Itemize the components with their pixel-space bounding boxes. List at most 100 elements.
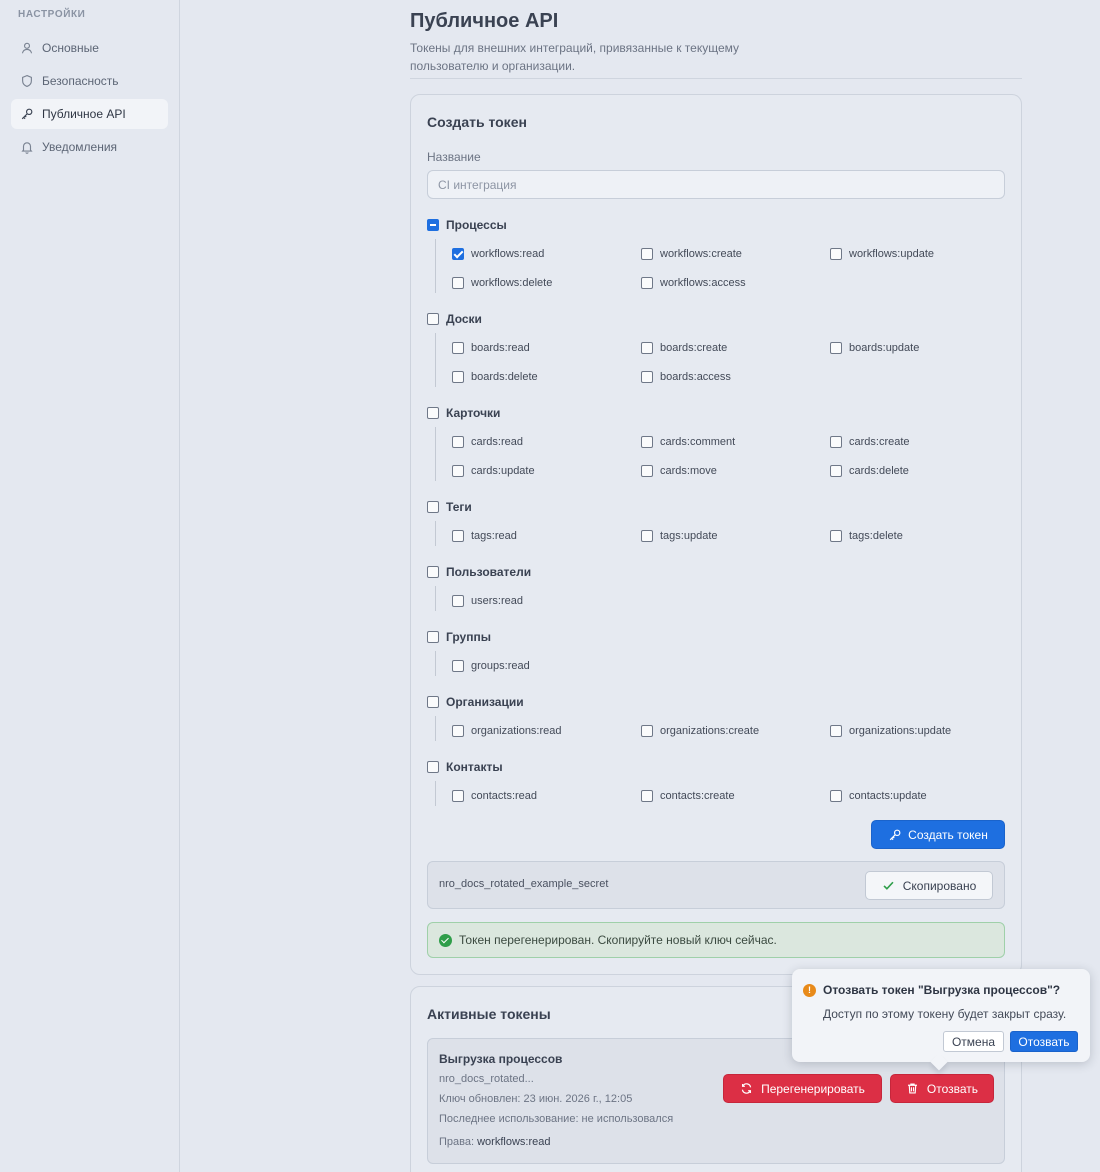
permission-item[interactable]: cards:read bbox=[452, 436, 523, 448]
permission-checkbox[interactable] bbox=[641, 371, 653, 383]
permission-item[interactable]: boards:update bbox=[830, 342, 919, 354]
group-indent-line bbox=[435, 333, 436, 387]
permission-item[interactable]: groups:read bbox=[452, 660, 530, 672]
permission-group-header[interactable]: Доски bbox=[427, 312, 482, 326]
permission-item[interactable]: cards:delete bbox=[830, 465, 909, 477]
permission-checkbox[interactable] bbox=[452, 790, 464, 802]
page-subtitle: Токены для внешних интеграций, привязанн… bbox=[410, 41, 740, 73]
copy-button[interactable]: Скопировано bbox=[865, 871, 993, 900]
active-tokens-title: Активные токены bbox=[427, 1006, 551, 1022]
permission-checkbox[interactable] bbox=[830, 436, 842, 448]
permission-checkbox[interactable] bbox=[830, 725, 842, 737]
permission-checkbox[interactable] bbox=[830, 790, 842, 802]
permission-item[interactable]: boards:create bbox=[641, 342, 727, 354]
permission-checkbox[interactable] bbox=[641, 436, 653, 448]
permission-item[interactable]: contacts:create bbox=[641, 790, 735, 802]
permission-item[interactable]: organizations:create bbox=[641, 725, 759, 737]
popconfirm-cancel-button[interactable]: Отмена bbox=[943, 1031, 1004, 1052]
check-icon bbox=[883, 881, 894, 890]
group-indent-line bbox=[435, 586, 436, 611]
sidebar-item-label: Безопасность bbox=[42, 74, 119, 88]
permission-checkbox[interactable] bbox=[452, 277, 464, 289]
permission-checkbox[interactable] bbox=[452, 595, 464, 607]
permission-checkbox[interactable] bbox=[452, 371, 464, 383]
sidebar-item-general[interactable]: Основные bbox=[11, 33, 168, 63]
permission-checkbox[interactable] bbox=[641, 790, 653, 802]
permission-label: workflows:delete bbox=[471, 277, 553, 289]
permission-checkbox[interactable] bbox=[830, 465, 842, 477]
permission-checkbox[interactable] bbox=[452, 725, 464, 737]
permission-item[interactable]: cards:create bbox=[830, 436, 910, 448]
permission-item[interactable]: tags:read bbox=[452, 530, 517, 542]
group-checkbox[interactable] bbox=[427, 313, 439, 325]
permission-item[interactable]: cards:update bbox=[452, 465, 535, 477]
settings-sidebar: НАСТРОЙКИ Основные Безопасность Публично… bbox=[0, 0, 180, 1172]
sidebar-item-security[interactable]: Безопасность bbox=[11, 66, 168, 96]
permission-checkbox[interactable] bbox=[452, 530, 464, 542]
group-indent-line bbox=[435, 427, 436, 481]
permission-checkbox[interactable] bbox=[641, 277, 653, 289]
permission-item[interactable]: cards:comment bbox=[641, 436, 735, 448]
permission-checkbox[interactable] bbox=[452, 465, 464, 477]
permission-checkbox[interactable] bbox=[830, 530, 842, 542]
permission-checkbox[interactable] bbox=[452, 660, 464, 672]
permission-item[interactable]: organizations:read bbox=[452, 725, 562, 737]
permission-item[interactable]: cards:move bbox=[641, 465, 717, 477]
sidebar-item-notifications[interactable]: Уведомления bbox=[11, 132, 168, 162]
regenerate-button[interactable]: Перегенерировать bbox=[723, 1074, 882, 1103]
group-checkbox[interactable] bbox=[427, 501, 439, 513]
permission-group-header[interactable]: Пользователи bbox=[427, 565, 531, 579]
permission-item[interactable]: users:read bbox=[452, 595, 523, 607]
group-checkbox[interactable] bbox=[427, 219, 439, 231]
popconfirm-title: ! Отозвать токен "Выгрузка процессов"? bbox=[803, 983, 1060, 997]
group-checkbox[interactable] bbox=[427, 761, 439, 773]
permission-group-header[interactable]: Теги bbox=[427, 500, 472, 514]
permission-label: organizations:read bbox=[471, 725, 562, 737]
group-checkbox[interactable] bbox=[427, 631, 439, 643]
token-secret-value[interactable]: nro_docs_rotated_example_secret bbox=[439, 878, 608, 890]
permission-checkbox[interactable] bbox=[641, 725, 653, 737]
permission-item[interactable]: contacts:update bbox=[830, 790, 927, 802]
group-checkbox[interactable] bbox=[427, 407, 439, 419]
sidebar-item-label: Публичное API bbox=[42, 107, 126, 121]
permission-checkbox[interactable] bbox=[452, 342, 464, 354]
permission-item[interactable]: boards:read bbox=[452, 342, 530, 354]
permission-item[interactable]: boards:access bbox=[641, 371, 731, 383]
group-label: Контакты bbox=[446, 760, 503, 774]
create-token-button[interactable]: Создать токен bbox=[871, 820, 1005, 849]
permission-group-header[interactable]: Организации bbox=[427, 695, 524, 709]
permission-group-header[interactable]: Контакты bbox=[427, 760, 503, 774]
sidebar-item-public-api[interactable]: Публичное API bbox=[11, 99, 168, 129]
permission-item[interactable]: workflows:create bbox=[641, 248, 742, 260]
permission-item[interactable]: tags:update bbox=[641, 530, 718, 542]
permission-checkbox[interactable] bbox=[641, 342, 653, 354]
sidebar-item-label: Основные bbox=[42, 41, 99, 55]
permission-item[interactable]: contacts:read bbox=[452, 790, 537, 802]
revoke-button[interactable]: Отозвать bbox=[890, 1074, 994, 1103]
permission-item[interactable]: workflows:update bbox=[830, 248, 934, 260]
permission-group-header[interactable]: Карточки bbox=[427, 406, 500, 420]
permission-item[interactable]: workflows:access bbox=[641, 277, 746, 289]
permission-checkbox[interactable] bbox=[641, 248, 653, 260]
permission-item[interactable]: workflows:delete bbox=[452, 277, 552, 289]
group-checkbox[interactable] bbox=[427, 696, 439, 708]
key-icon bbox=[889, 829, 901, 840]
permission-checkbox[interactable] bbox=[452, 248, 464, 260]
popconfirm-confirm-button[interactable]: Отозвать bbox=[1010, 1031, 1078, 1052]
permission-group-header[interactable]: Группы bbox=[427, 630, 491, 644]
permission-item[interactable]: tags:delete bbox=[830, 530, 903, 542]
permission-group-header[interactable]: Процессы bbox=[427, 218, 507, 232]
permission-checkbox[interactable] bbox=[830, 248, 842, 260]
permission-checkbox[interactable] bbox=[452, 436, 464, 448]
group-checkbox[interactable] bbox=[427, 566, 439, 578]
sidebar-heading: НАСТРОЙКИ bbox=[18, 9, 86, 20]
bell-icon bbox=[21, 142, 33, 154]
permission-checkbox[interactable] bbox=[641, 465, 653, 477]
permission-item[interactable]: organizations:update bbox=[830, 725, 951, 737]
permission-checkbox[interactable] bbox=[641, 530, 653, 542]
permission-item[interactable]: workflows:read bbox=[452, 248, 544, 260]
permission-checkbox[interactable] bbox=[830, 342, 842, 354]
permission-label: contacts:create bbox=[660, 790, 735, 802]
token-name-input[interactable] bbox=[427, 170, 1005, 199]
permission-item[interactable]: boards:delete bbox=[452, 371, 538, 383]
